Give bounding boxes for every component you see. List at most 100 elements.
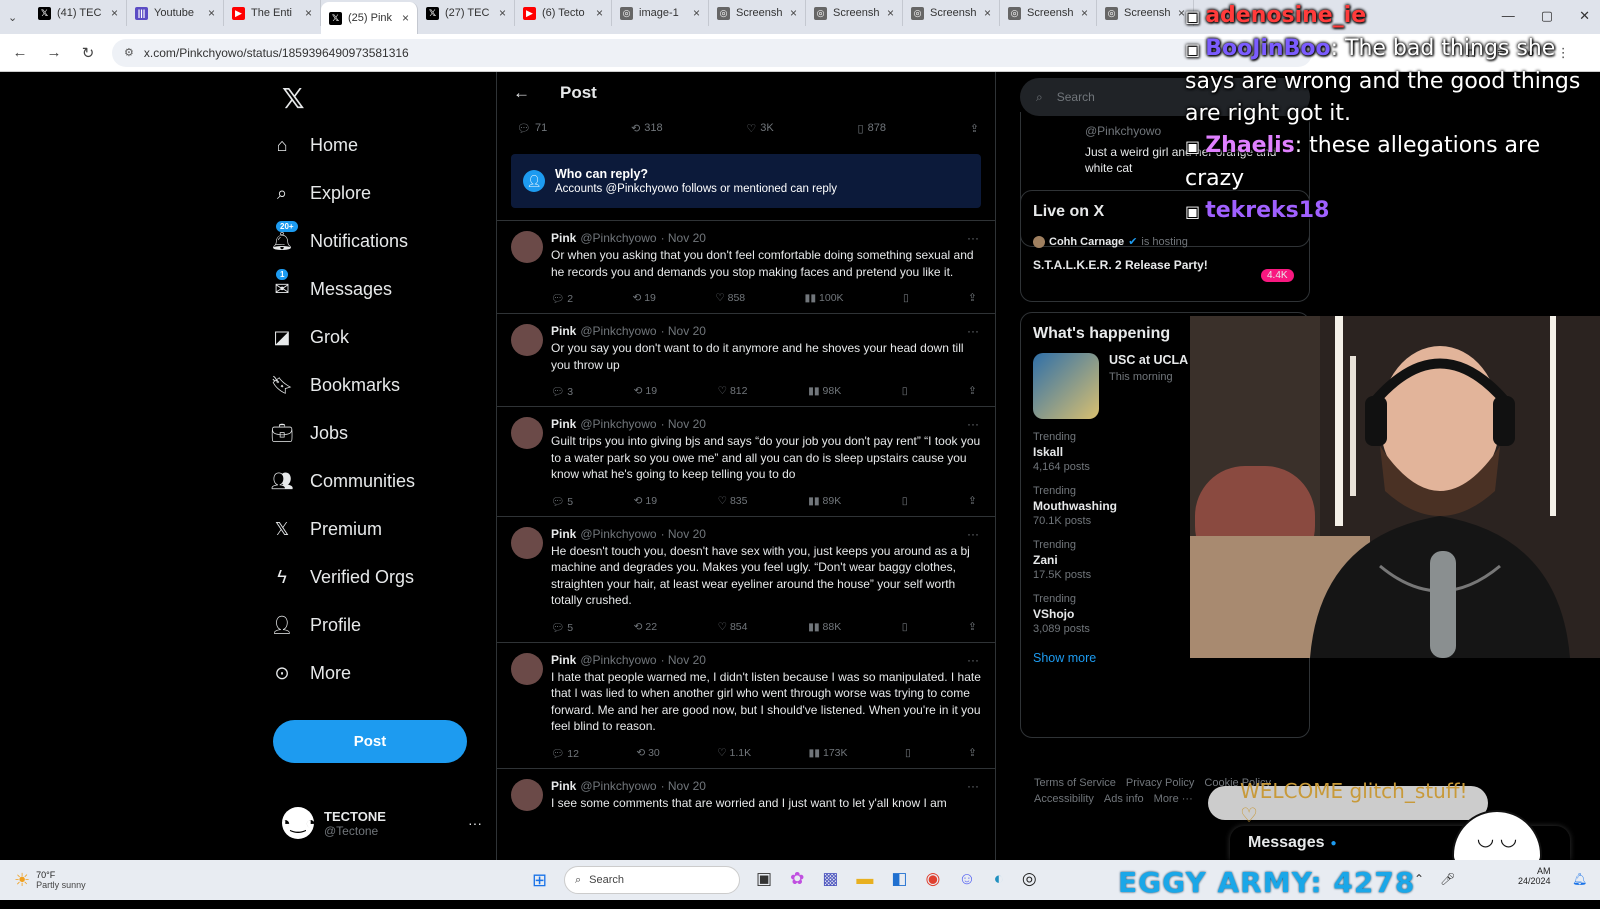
browser-tab[interactable]: ◎ image-1 × bbox=[612, 0, 709, 26]
reply-post[interactable]: Pink @Pinkchyowo · Nov 20 Guilt trips yo… bbox=[497, 406, 995, 516]
tab-close-icon[interactable]: × bbox=[984, 6, 991, 20]
reply-button[interactable]: 💬︎ 5 bbox=[551, 621, 573, 634]
author-name[interactable]: Pink bbox=[551, 417, 576, 431]
reply-post[interactable]: Pink @Pinkchyowo · Nov 20 Or you say you… bbox=[497, 313, 995, 406]
like-stat[interactable]: ♡ 3K bbox=[746, 122, 773, 135]
browser-tab[interactable]: ||| Youtube × bbox=[127, 0, 224, 26]
nav-item-communities[interactable]: 👥︎ Communities bbox=[270, 457, 490, 505]
reply-post[interactable]: Pink @Pinkchyowo · Nov 20 Or when you as… bbox=[497, 220, 995, 313]
more-options-icon[interactable]: ··· bbox=[967, 324, 979, 338]
post-date[interactable]: · Nov 20 bbox=[661, 417, 706, 431]
author-handle[interactable]: @Pinkchyowo bbox=[580, 527, 656, 541]
more-options-icon[interactable]: ··· bbox=[967, 527, 979, 541]
bookmark-stat[interactable]: ▯ 878 bbox=[858, 122, 886, 135]
tab-close-icon[interactable]: × bbox=[790, 6, 797, 20]
nav-item-verified-orgs[interactable]: ϟ Verified Orgs bbox=[270, 553, 490, 601]
back-icon[interactable]: ← bbox=[10, 44, 30, 61]
share-button[interactable]: ⇪ bbox=[968, 621, 977, 634]
nav-item-notifications[interactable]: 🔔︎ Notifications 20+ bbox=[270, 217, 490, 265]
author-name[interactable]: Pink bbox=[551, 324, 576, 338]
weather-widget[interactable]: ☀ 70°F Partly sunny bbox=[14, 870, 86, 891]
tab-close-icon[interactable]: × bbox=[305, 6, 312, 20]
repost-button[interactable]: ⟲ 30 bbox=[636, 747, 659, 760]
notification-bell-icon[interactable]: 🔔︎ bbox=[1572, 872, 1587, 886]
reply-button[interactable]: 💬︎ 5 bbox=[551, 495, 573, 508]
avatar[interactable] bbox=[511, 324, 543, 356]
task-view-icon[interactable]: ▣ bbox=[756, 869, 772, 889]
avatar[interactable] bbox=[511, 778, 543, 811]
repost-button[interactable]: ⟲ 19 bbox=[634, 495, 657, 508]
footer-link[interactable]: Terms of Service bbox=[1034, 777, 1116, 789]
bookmark-button[interactable]: ▯ bbox=[902, 385, 908, 398]
repost-button[interactable]: ⟲ 22 bbox=[634, 621, 657, 634]
tab-close-icon[interactable]: × bbox=[499, 6, 506, 20]
views-button[interactable]: ▮▮ 98K bbox=[808, 385, 841, 398]
edge-icon[interactable]: ◐ bbox=[994, 869, 1004, 889]
tray-chevron-icon[interactable]: ⌃ bbox=[1414, 872, 1424, 886]
bookmark-button[interactable]: ▯ bbox=[905, 747, 911, 760]
reply-post[interactable]: Pink @Pinkchyowo · Nov 20 I hate that pe… bbox=[497, 641, 995, 768]
browser-tab[interactable]: 𝕏 (27) TEC × bbox=[418, 0, 515, 26]
avatar[interactable] bbox=[511, 526, 543, 559]
reload-icon[interactable]: ↻ bbox=[78, 44, 98, 62]
url-field[interactable]: ⚙ x.com/Pinkchyowo/status/18593964909735… bbox=[112, 38, 1312, 67]
nav-item-premium[interactable]: 𝕏 Premium bbox=[270, 505, 490, 553]
avatar[interactable] bbox=[511, 231, 543, 263]
post-date[interactable]: · Nov 20 bbox=[661, 779, 706, 793]
browser-tab[interactable]: ◎ Screensh × bbox=[709, 0, 806, 26]
more-options-icon[interactable]: ··· bbox=[967, 779, 979, 793]
bookmark-button[interactable]: ▯ bbox=[902, 621, 908, 634]
tab-close-icon[interactable]: × bbox=[402, 11, 409, 25]
teams-icon[interactable]: ▩ bbox=[822, 869, 838, 889]
nav-item-more[interactable]: ⊙ More bbox=[270, 649, 490, 697]
nav-item-explore[interactable]: ⌕ Explore bbox=[270, 169, 490, 217]
views-button[interactable]: ▮▮ 100K bbox=[805, 292, 844, 305]
bookmark-button[interactable]: ▯ bbox=[902, 495, 908, 508]
post-button[interactable]: Post bbox=[273, 720, 467, 763]
footer-link[interactable]: Accessibility bbox=[1034, 793, 1094, 805]
share-button[interactable]: ⇪ bbox=[968, 385, 977, 398]
site-info-icon[interactable]: ⚙ bbox=[124, 46, 134, 59]
share-button[interactable]: ⇪ bbox=[968, 747, 977, 760]
nav-item-home[interactable]: ⌂ Home bbox=[270, 121, 490, 169]
tab-close-icon[interactable]: × bbox=[1081, 6, 1088, 20]
clock[interactable]: AM 24/2024 bbox=[1518, 866, 1551, 886]
author-name[interactable]: Pink bbox=[551, 779, 576, 793]
author-name[interactable]: Pink bbox=[551, 527, 576, 541]
obs-icon[interactable]: ◎ bbox=[1022, 869, 1037, 889]
account-more-icon[interactable]: ··· bbox=[468, 815, 482, 831]
host-name[interactable]: Cohh Carnage bbox=[1049, 236, 1124, 248]
like-button[interactable]: ♡ 835 bbox=[718, 495, 748, 508]
tab-close-icon[interactable]: × bbox=[596, 6, 603, 20]
browser-tab[interactable]: ◎ Screensh × bbox=[1097, 0, 1194, 26]
post-date[interactable]: · Nov 20 bbox=[661, 231, 706, 245]
views-button[interactable]: ▮▮ 89K bbox=[808, 495, 841, 508]
browser-tab[interactable]: ◎ Screensh × bbox=[1000, 0, 1097, 26]
author-handle[interactable]: @Pinkchyowo bbox=[580, 653, 656, 667]
tab-list-chevron-icon[interactable]: ⌄ bbox=[8, 11, 30, 24]
repost-stat[interactable]: ⟲ 318 bbox=[631, 122, 663, 135]
author-handle[interactable]: @Pinkchyowo bbox=[580, 324, 656, 338]
account-switcher[interactable]: ◔‿◔ TECTONE @Tectone ··· bbox=[280, 802, 482, 844]
tab-close-icon[interactable]: × bbox=[887, 6, 894, 20]
reply-stat[interactable]: 💬︎ 71 bbox=[517, 122, 547, 135]
like-button[interactable]: ♡ 812 bbox=[718, 385, 748, 398]
nav-item-grok[interactable]: ◪ Grok bbox=[270, 313, 490, 361]
author-name[interactable]: Pink bbox=[551, 231, 576, 245]
x-logo-icon[interactable]: 𝕏 bbox=[282, 82, 305, 115]
browser-tab[interactable]: ◎ Screensh × bbox=[806, 0, 903, 26]
repost-button[interactable]: ⟲ 19 bbox=[634, 385, 657, 398]
share-button[interactable]: ⇪ bbox=[968, 495, 977, 508]
like-button[interactable]: ♡ 854 bbox=[718, 621, 748, 634]
copilot-icon[interactable]: ✿ bbox=[790, 869, 804, 889]
post-date[interactable]: · Nov 20 bbox=[661, 527, 706, 541]
tab-close-icon[interactable]: × bbox=[1178, 6, 1185, 20]
bookmark-button[interactable]: ▯ bbox=[903, 292, 909, 305]
repost-button[interactable]: ⟲ 19 bbox=[632, 292, 655, 305]
browser-tab[interactable]: ▶ The Enti × bbox=[224, 0, 321, 26]
footer-link[interactable]: Privacy Policy bbox=[1126, 777, 1194, 789]
more-options-icon[interactable]: ··· bbox=[967, 231, 979, 245]
windows-start-icon[interactable]: ⊞ bbox=[532, 870, 547, 891]
nav-item-messages[interactable]: ✉ Messages 1 bbox=[270, 265, 490, 313]
views-button[interactable]: ▮▮ 173K bbox=[809, 747, 848, 760]
